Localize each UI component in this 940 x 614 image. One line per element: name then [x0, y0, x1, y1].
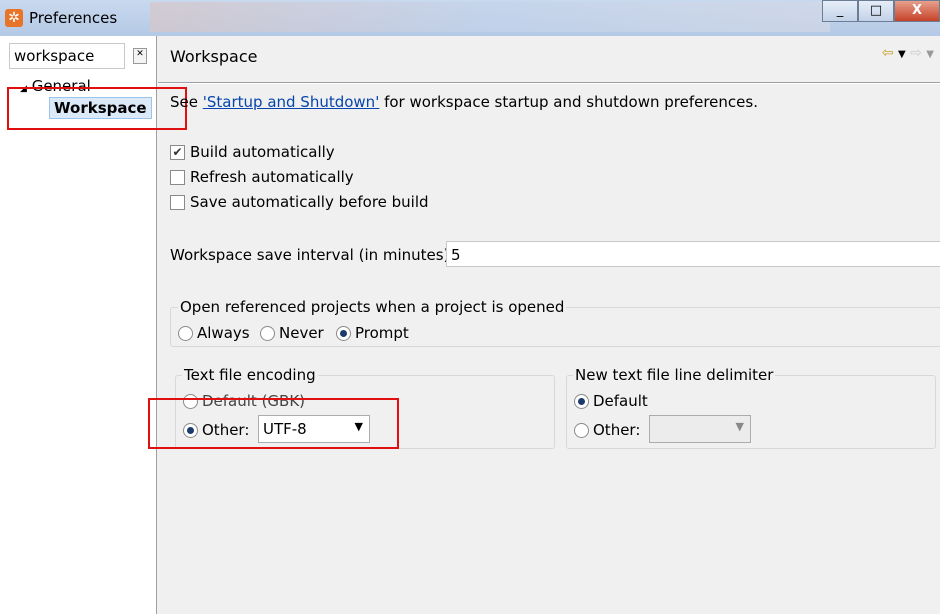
- window-title: Preferences: [29, 9, 118, 27]
- checkbox-checked-icon[interactable]: ✔: [170, 144, 185, 160]
- preferences-gear-icon: ✲: [5, 9, 23, 27]
- startup-shutdown-link[interactable]: 'Startup and Shutdown': [203, 93, 380, 111]
- radio-prompt[interactable]: Prompt: [336, 324, 409, 342]
- delimiter-label: New text file line delimiter: [573, 366, 776, 384]
- open-projects-label: Open referenced projects when a project …: [178, 298, 567, 316]
- interval-input[interactable]: 5: [446, 241, 940, 267]
- radio-never[interactable]: Never: [260, 324, 324, 342]
- page-title: Workspace: [170, 47, 258, 66]
- encoding-label: Text file encoding: [182, 366, 318, 384]
- forward-dropdown-icon[interactable]: ▼: [926, 49, 934, 60]
- startup-note: See 'Startup and Shutdown' for workspace…: [170, 93, 758, 111]
- minimize-button[interactable]: _: [822, 0, 858, 22]
- background-windows: [150, 2, 830, 32]
- filter-input[interactable]: [9, 43, 125, 69]
- back-arrow-icon[interactable]: ⇦: [882, 45, 894, 61]
- save-before-build-checkbox[interactable]: Save automatically before build: [170, 193, 429, 211]
- clear-filter-icon[interactable]: ✕: [133, 48, 147, 64]
- build-automatically-checkbox[interactable]: ✔ Build automatically: [170, 143, 335, 161]
- chevron-down-icon[interactable]: ▼: [736, 420, 744, 433]
- interval-label: Workspace save interval (in minutes):: [170, 246, 455, 264]
- back-dropdown-icon[interactable]: ▼: [898, 49, 906, 60]
- maximize-button[interactable]: □: [858, 0, 894, 22]
- divider: [158, 82, 940, 84]
- radio-delimiter-other[interactable]: Other:: [574, 421, 640, 439]
- delimiter-select[interactable]: ▼: [649, 415, 751, 443]
- highlight-box-encoding: [148, 398, 399, 449]
- close-button[interactable]: X: [894, 0, 940, 22]
- radio-delimiter-default[interactable]: Default: [574, 392, 648, 410]
- checkbox-icon[interactable]: [170, 194, 185, 210]
- checkbox-icon[interactable]: [170, 169, 185, 185]
- title-bar: ✲ Preferences _ □ X: [0, 0, 940, 36]
- forward-arrow-icon[interactable]: ⇨: [910, 45, 922, 61]
- preference-page: Workspace ⇦ ▼ ⇨ ▼ See 'Startup and Shutd…: [158, 36, 940, 614]
- refresh-automatically-checkbox[interactable]: Refresh automatically: [170, 168, 354, 186]
- radio-always[interactable]: Always: [178, 324, 250, 342]
